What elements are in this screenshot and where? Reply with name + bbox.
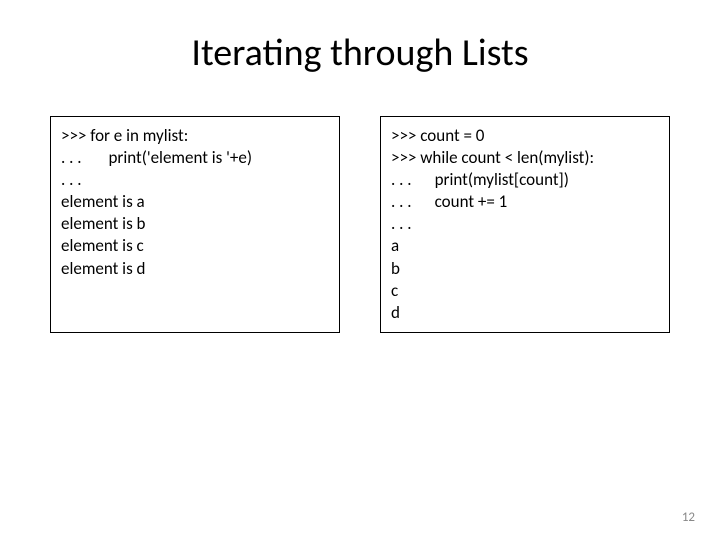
content-area: >>> for e in mylist: . . . print('elemen… (0, 86, 720, 333)
code-line: >>> for e in mylist: (61, 125, 329, 147)
right-code-box: >>> count = 0 >>> while count < len(myli… (380, 116, 670, 333)
code-line: c (391, 280, 659, 302)
code-line: . . . print('element is '+e) (61, 147, 329, 169)
left-code-box: >>> for e in mylist: . . . print('elemen… (50, 116, 340, 333)
code-line: d (391, 302, 659, 324)
code-line: . . . (61, 169, 329, 191)
code-line: >>> while count < len(mylist): (391, 147, 659, 169)
page-number: 12 (682, 510, 695, 525)
code-line: a (391, 235, 659, 257)
code-line: >>> count = 0 (391, 125, 659, 147)
slide-title: Iterating through Lists (0, 0, 720, 86)
code-line: . . . print(mylist[count]) (391, 169, 659, 191)
code-line: element is d (61, 258, 329, 280)
code-line: element is a (61, 191, 329, 213)
code-line: . . . count += 1 (391, 191, 659, 213)
code-line: element is b (61, 213, 329, 235)
code-line: . . . (391, 213, 659, 235)
code-line: b (391, 258, 659, 280)
code-line: element is c (61, 235, 329, 257)
